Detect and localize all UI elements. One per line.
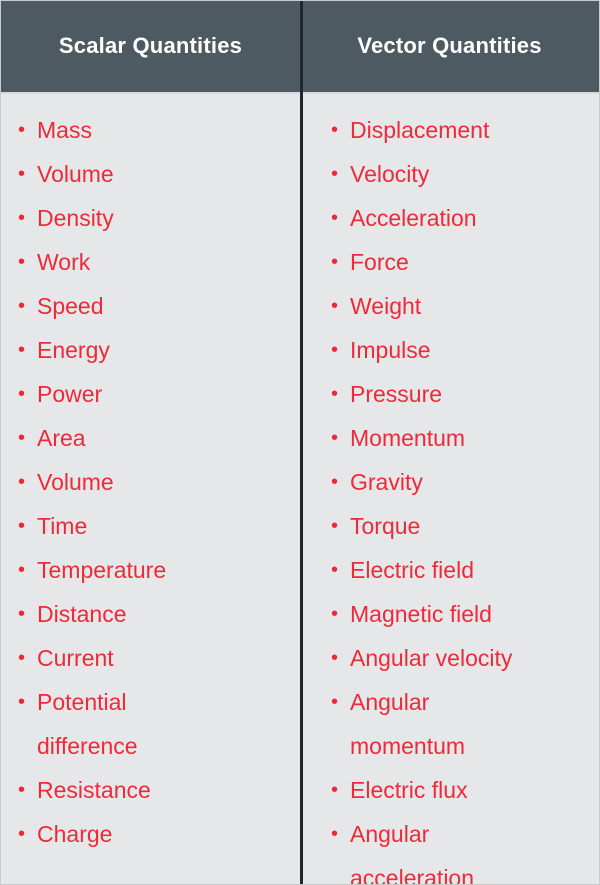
list-item: Pressure (328, 372, 587, 416)
list-item: Potential difference (15, 680, 288, 768)
list-item: Magnetic field (328, 592, 587, 636)
list-item: Angular velocity (328, 636, 587, 680)
list-item: Energy (15, 328, 288, 372)
column-header-vector-text: Vector Quantities (357, 32, 542, 58)
list-item: Time (15, 504, 288, 548)
list-item: Speed (15, 284, 288, 328)
scalar-quantities-list: Mass Volume Density Work Speed Energy Po… (15, 108, 288, 856)
scalar-vector-comparison-table: Scalar Quantities Mass Volume Density Wo… (0, 0, 600, 885)
list-item: Area (15, 416, 288, 460)
list-item: Density (15, 196, 288, 240)
list-item: Distance (15, 592, 288, 636)
list-item: Volume (15, 460, 288, 504)
list-item: Mass (15, 108, 288, 152)
list-item: Angular acceleration (328, 812, 587, 884)
list-item: Charge (15, 812, 288, 856)
list-item: Acceleration (328, 196, 587, 240)
list-item: Impulse (328, 328, 587, 372)
column-divider (300, 1, 303, 884)
vector-quantities-list: Displacement Velocity Acceleration Force… (328, 108, 587, 884)
list-item: Temperature (15, 548, 288, 592)
list-item: Angular momentum (328, 680, 587, 768)
list-item: Momentum (328, 416, 587, 460)
list-item: Electric flux (328, 768, 587, 812)
column-body-scalar: Mass Volume Density Work Speed Energy Po… (1, 94, 300, 884)
list-item: Gravity (328, 460, 587, 504)
list-item: Weight (328, 284, 587, 328)
list-item: Resistance (15, 768, 288, 812)
list-item: Current (15, 636, 288, 680)
column-scalar-quantities: Scalar Quantities Mass Volume Density Wo… (1, 1, 300, 884)
column-body-vector: Displacement Velocity Acceleration Force… (300, 94, 599, 884)
list-item: Velocity (328, 152, 587, 196)
column-header-vector: Vector Quantities (300, 1, 599, 94)
list-item: Electric field (328, 548, 587, 592)
list-item: Power (15, 372, 288, 416)
list-item: Work (15, 240, 288, 284)
list-item: Torque (328, 504, 587, 548)
column-vector-quantities: Vector Quantities Displacement Velocity … (300, 1, 599, 884)
column-header-scalar-text: Scalar Quantities (58, 32, 243, 58)
list-item: Volume (15, 152, 288, 196)
list-item: Force (328, 240, 587, 284)
list-item: Displacement (328, 108, 587, 152)
column-header-scalar: Scalar Quantities (1, 1, 300, 94)
